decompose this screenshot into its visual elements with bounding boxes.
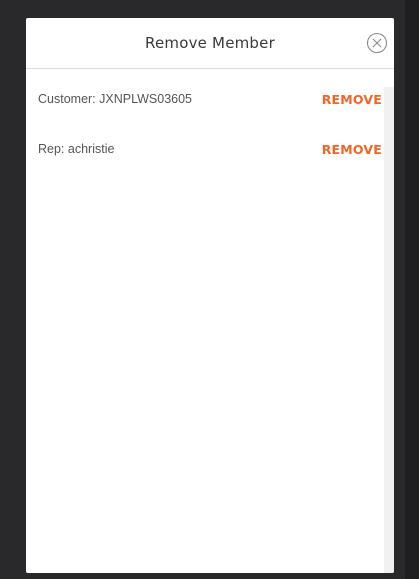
member-label: Rep: achristie [38, 142, 115, 156]
close-button[interactable] [366, 32, 388, 54]
dialog-header: Remove Member [26, 18, 394, 69]
member-label: Customer: JXNPLWS03605 [38, 92, 192, 106]
member-row-rep: Rep: achristie REMOVE [26, 137, 394, 161]
scrollbar-track[interactable] [384, 87, 394, 573]
dialog-title: Remove Member [145, 34, 275, 52]
dialog-body: Customer: JXNPLWS03605 REMOVE Rep: achri… [26, 87, 394, 573]
remove-customer-button[interactable]: REMOVE [322, 92, 382, 107]
member-list: Customer: JXNPLWS03605 REMOVE Rep: achri… [26, 87, 394, 161]
backdrop-edge [405, 0, 419, 579]
member-row-customer: Customer: JXNPLWS03605 REMOVE [26, 87, 394, 111]
remove-rep-button[interactable]: REMOVE [322, 142, 382, 157]
remove-member-dialog: Remove Member Customer: JXNPLWS03605 REM… [26, 18, 394, 573]
close-circle-icon [366, 32, 388, 54]
